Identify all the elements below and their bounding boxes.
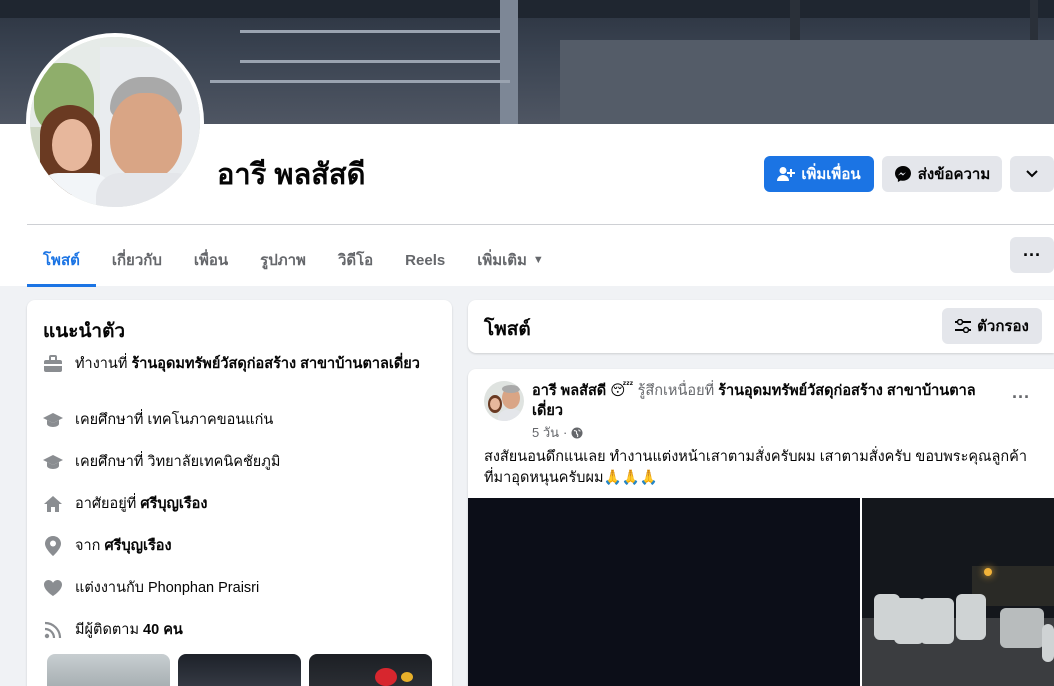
graduation-cap-icon (43, 410, 63, 430)
cover-slat (240, 30, 500, 33)
profile-avatar[interactable] (26, 33, 204, 211)
intro-title: แนะนำตัว (43, 321, 126, 342)
post-author-avatar[interactable] (484, 381, 524, 421)
more-dots-icon: ··· (1012, 387, 1030, 407)
followers-link[interactable]: 40 คน (143, 622, 183, 638)
chevron-down-icon (1026, 170, 1038, 178)
post-photo[interactable] (862, 498, 1054, 686)
lives-in-link[interactable]: ศรีบุญเรือง (140, 496, 207, 512)
tab-reels[interactable]: Reels (389, 234, 461, 286)
tabs-options-button[interactable]: ··· (1010, 237, 1054, 273)
featured-photo[interactable] (309, 654, 432, 686)
featured-photo[interactable] (47, 654, 170, 686)
post-author-name[interactable]: อารี พลสัสดี (532, 383, 606, 399)
featured-photo[interactable] (178, 654, 301, 686)
heart-icon (43, 578, 63, 598)
briefcase-icon (43, 354, 63, 374)
add-friend-button[interactable]: เพิ่มเพื่อน (764, 156, 874, 192)
more-dots-icon: ··· (1023, 244, 1041, 265)
post-options-button[interactable]: ··· (1012, 387, 1030, 408)
intro-followers: มีผู้ติดตาม 40 คน (43, 620, 423, 640)
tab-more[interactable]: เพิ่มเติม ▼ (461, 234, 560, 286)
cover-slat (210, 80, 510, 83)
intro-work: ทำงานที่ ร้านอุดมทรัพย์วัสดุก่อสร้าง สาข… (43, 354, 423, 374)
post-text: สงสัยนอนดึกแนเลย ทำงานแต่งหน้าเสาตามสั่ง… (484, 449, 1028, 486)
profile-options-button[interactable] (1010, 156, 1054, 192)
graduation-cap-icon (43, 452, 63, 472)
tab-about[interactable]: เกี่ยวกับ (96, 234, 178, 286)
intro-relationship: แต่งงานกับ Phonphan Praisri (43, 578, 423, 598)
intro-from: จาก ศรีบุญเรือง (43, 536, 423, 556)
caret-down-icon: ▼ (532, 254, 544, 266)
cover-pole (500, 0, 518, 124)
posts-title: โพสต์ (484, 319, 531, 340)
rss-icon (43, 620, 63, 640)
profile-tabs: โพสต์ เกี่ยวกับ เพื่อน รูปภาพ วิดีโอ Ree… (27, 234, 560, 287)
from-link[interactable]: ศรีบุญเรือง (104, 538, 171, 554)
globe-icon (571, 427, 583, 438)
post-header: อารี พลสัสดี 😴 รู้สึกเหนื่อยที่ ร้านอุดม… (532, 381, 1002, 421)
profile-name: อารี พลสัสดี (217, 159, 366, 191)
tab-posts[interactable]: โพสต์ (27, 234, 96, 287)
tab-videos[interactable]: วิดีโอ (322, 234, 389, 286)
cover-slat (240, 60, 500, 63)
messenger-icon (894, 166, 911, 182)
posts-header: โพสต์ ตัวกรอง (468, 300, 1054, 353)
home-icon (43, 494, 63, 514)
post-time[interactable]: 5 วัน (532, 422, 559, 443)
tab-photos[interactable]: รูปภาพ (244, 234, 322, 286)
feeling-text: รู้สึกเหนื่อยที่ (637, 383, 715, 399)
post-card: อารี พลสัสดี 😴 รู้สึกเหนื่อยที่ ร้านอุดม… (468, 369, 1054, 686)
add-friend-label: เพิ่มเพื่อน (801, 166, 861, 183)
send-message-button[interactable]: ส่งข้อความ (882, 156, 1002, 192)
filter-button[interactable]: ตัวกรอง (942, 308, 1042, 344)
location-pin-icon (43, 536, 63, 556)
header-divider (27, 224, 1054, 225)
work-place-link[interactable]: ร้านอุดมทรัพย์วัสดุก่อสร้าง สาขาบ้านตาลเ… (131, 356, 419, 372)
filter-label: ตัวกรอง (977, 318, 1029, 335)
intro-lives-in: อาศัยอยู่ที่ ศรีบุญเรือง (43, 494, 423, 514)
send-message-label: ส่งข้อความ (917, 166, 991, 183)
post-photo[interactable] (468, 498, 860, 686)
tab-friends[interactable]: เพื่อน (178, 234, 244, 286)
cover-wall (560, 40, 1054, 124)
intro-education-2: เคยศึกษาที่ วิทยาลัยเทคนิคชัยภูมิ (43, 452, 423, 472)
post-meta: 5 วัน · (532, 422, 583, 443)
feeling-emoji: 😴 (610, 383, 634, 399)
add-friend-icon (777, 167, 796, 181)
filter-icon (955, 319, 972, 333)
intro-card: แนะนำตัว ทำงานที่ ร้านอุดมทรัพย์วัสดุก่อ… (27, 300, 452, 686)
cover-roof (0, 0, 1054, 18)
intro-education-1: เคยศึกษาที่ เทคโนภาคขอนแก่น (43, 410, 423, 430)
